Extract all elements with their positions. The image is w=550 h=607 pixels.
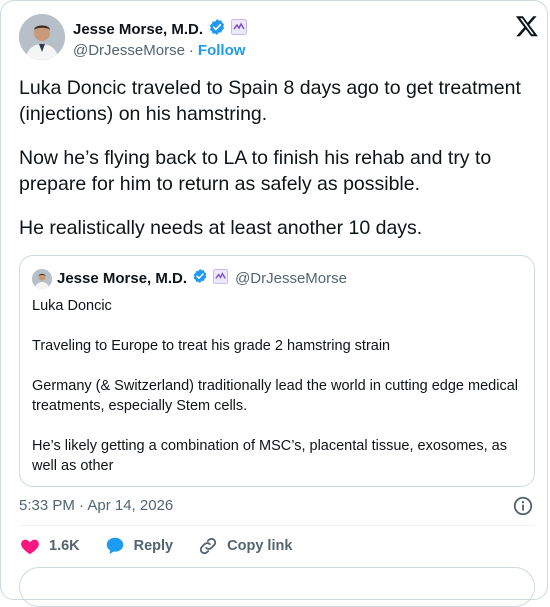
- tweet-paragraph: Luka Doncic traveled to Spain 8 days ago…: [19, 77, 521, 125]
- author-name[interactable]: Jesse Morse, M.D.: [73, 21, 203, 38]
- quoted-tweet[interactable]: Jesse Morse, M.D. @DrJesseMorse Luka Don…: [19, 255, 535, 487]
- heart-icon: [19, 535, 41, 557]
- follow-button[interactable]: Follow: [198, 42, 246, 59]
- tweet-text: Luka Doncic traveled to Spain 8 days ago…: [19, 75, 539, 241]
- like-count: 1.6K: [49, 538, 80, 554]
- quoted-text: Luka Doncic Traveling to Europe to treat…: [32, 296, 522, 476]
- author-handle[interactable]: @DrJesseMorse: [73, 42, 185, 59]
- copy-link-label: Copy link: [227, 538, 293, 554]
- quoted-paragraph: He’s likely getting a combination of MSC…: [32, 438, 507, 474]
- author-avatar[interactable]: [19, 14, 65, 60]
- quoted-author-name: Jesse Morse, M.D.: [57, 270, 188, 287]
- read-replies-button[interactable]: [19, 567, 535, 607]
- verified-badge-icon: [208, 18, 226, 41]
- affiliate-badge-icon: [213, 268, 229, 289]
- quoted-paragraph: Luka Doncic: [32, 298, 112, 314]
- quoted-header: Jesse Morse, M.D. @DrJesseMorse: [32, 268, 347, 289]
- reply-bubble-icon: [104, 535, 126, 557]
- link-icon: [197, 535, 219, 557]
- like-button[interactable]: 1.6K: [19, 535, 80, 557]
- tweet-card: Jesse Morse, M.D. @DrJesseMorse · Follow…: [0, 0, 548, 607]
- quoted-author-handle: @DrJesseMorse: [235, 270, 347, 287]
- copy-link-button[interactable]: Copy link: [197, 535, 292, 557]
- affiliate-badge-icon: [231, 19, 248, 40]
- tweet-paragraph: He realistically needs at least another …: [19, 217, 423, 239]
- tweet-paragraph: Now he’s flying back to LA to finish his…: [19, 147, 492, 195]
- info-icon[interactable]: [512, 495, 534, 517]
- tweet-actions: 1.6K Reply Copy link: [19, 535, 316, 557]
- verified-badge-icon: [192, 268, 208, 289]
- tweet-timestamp[interactable]: 5:33 PM · Apr 14, 2026: [19, 497, 173, 514]
- quoted-paragraph: Traveling to Europe to treat his grade 2…: [32, 338, 391, 354]
- actions-divider: [19, 525, 535, 526]
- tweet-header: Jesse Morse, M.D. @DrJesseMorse · Follow: [19, 14, 539, 62]
- author-handle-row: @DrJesseMorse · Follow: [73, 42, 245, 59]
- reply-label: Reply: [133, 538, 174, 554]
- reply-button[interactable]: Reply: [104, 535, 174, 557]
- quoted-paragraph: Germany (& Switzerland) traditionally le…: [32, 378, 518, 414]
- author-name-row: Jesse Morse, M.D.: [73, 18, 248, 41]
- separator-dot: ·: [188, 42, 194, 59]
- quoted-avatar: [32, 268, 52, 289]
- x-logo-icon[interactable]: [515, 14, 539, 38]
